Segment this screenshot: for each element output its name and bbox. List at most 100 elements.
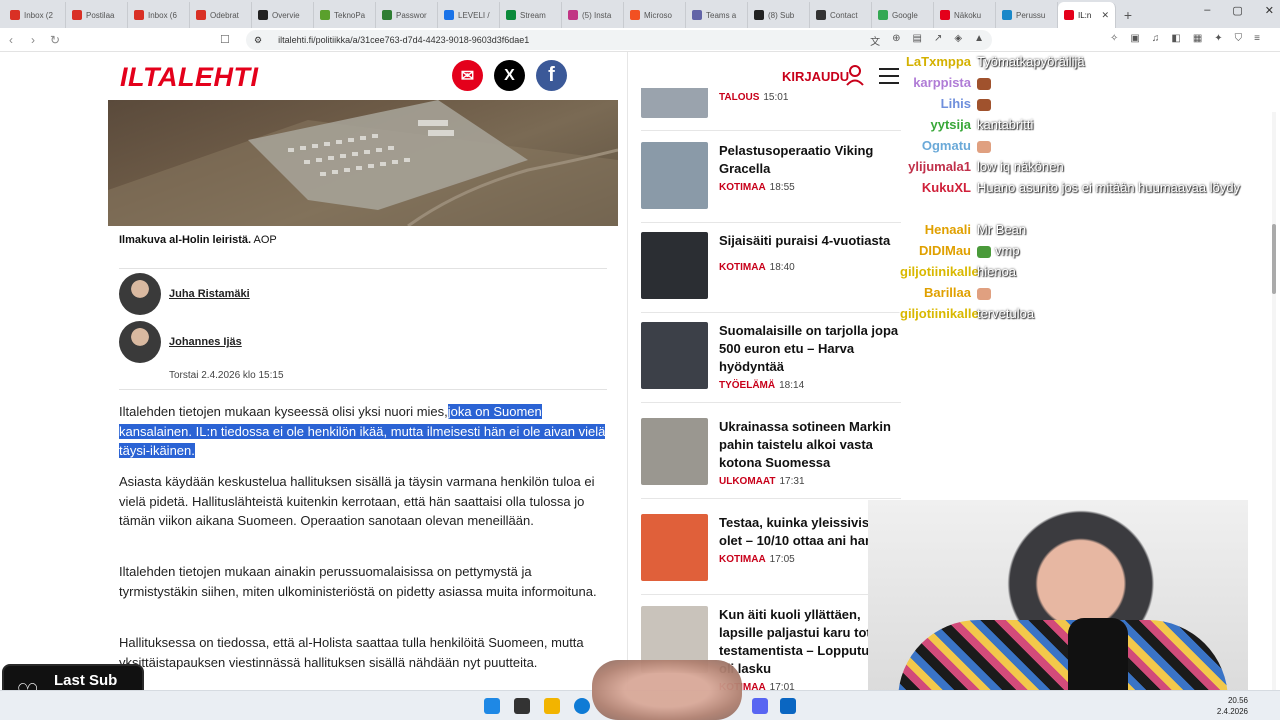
browser-tab[interactable]: Perussu [996,2,1058,28]
panel-icon[interactable]: ◧ [1171,33,1180,44]
browser-tab[interactable]: Google [872,2,934,28]
site-info-icon[interactable]: ⚙ [254,35,262,46]
tab-favicon-icon [10,10,20,20]
caption-source: AOP [253,234,277,246]
news-title[interactable]: Ukrainassa sotineen Markin pahin taistel… [719,418,901,472]
news-title[interactable]: Pelastusoperaatio Viking Gracella [719,142,901,178]
browser-tab[interactable]: Stream [500,2,562,28]
browser-tab[interactable]: IL:n ✕ [1058,2,1116,28]
iltalehti-logo[interactable]: ILTALEHTI [120,62,258,93]
user-icon[interactable] [845,64,865,86]
browser-tab[interactable]: Inbox (2 [4,2,66,28]
zoom-icon[interactable]: ⊕ [892,33,900,48]
maximize-button[interactable]: ▢ [1232,4,1242,17]
chat-text: Huano asunto jos ei mitään huumaavaa löy… [977,180,1241,195]
news-thumbnail[interactable] [641,418,708,485]
hamburger-menu-icon[interactable] [879,68,899,84]
translate-icon[interactable]: 文 [870,33,880,48]
minimize-button[interactable]: – [1204,4,1210,17]
task-view-icon[interactable] [514,698,530,714]
divider [641,222,901,223]
chat-username: Henaali [924,222,971,237]
scrollbar-thumb[interactable] [1272,224,1276,294]
tab-label: Odebrat [210,10,239,20]
browser-toolbar: ‹ › ↻ ☐ ⚙ iltalehti.fi/politiikka/a/31ce… [0,28,1280,52]
start-icon[interactable] [484,698,500,714]
tab-label: LEVELI / [458,10,490,20]
news-thumbnail[interactable] [641,232,708,299]
file-explorer-icon[interactable] [544,698,560,714]
news-section: ULKOMAAT [719,476,776,487]
brave-shield-icon[interactable]: ◈ [954,33,962,48]
login-link[interactable]: KIRJAUDU [782,69,849,84]
address-bar[interactable]: ☐ ⚙ iltalehti.fi/politiikka/a/31cee763-d… [220,30,992,50]
paragraph-text: Iltalehden tietojen mukaan kyseessä olis… [119,404,448,419]
news-thumbnail[interactable] [641,514,708,581]
browser-tab[interactable]: Näkoku [934,2,996,28]
vpn-icon[interactable]: ⛉ [1235,33,1243,44]
browser-tab[interactable]: Odebrat [190,2,252,28]
share-icon[interactable]: ↗ [934,33,942,48]
browser-tab[interactable]: Inbox (6 [128,2,190,28]
browser-tab[interactable]: Microso [624,2,686,28]
news-title[interactable]: Sijaisäiti puraisi 4-vuotiasta [719,232,901,250]
close-window-button[interactable]: ✕ [1265,4,1274,17]
close-tab-icon[interactable]: ✕ [1101,10,1109,21]
chat-text: kantabritti [977,117,1034,132]
webcam-overlay [868,500,1248,720]
browser-tab[interactable]: Teams a [686,2,748,28]
facebook-icon[interactable]: f [536,60,567,91]
news-time: 18:55 [769,182,795,193]
back-button[interactable]: ‹ [0,33,22,47]
browser-tab[interactable]: Postilaa [66,2,128,28]
tab-favicon-icon [320,10,330,20]
bookmark-icon[interactable]: ☐ [220,33,230,46]
sidebar-icon[interactable]: ▣ [1130,33,1139,44]
browser-tab[interactable]: (8) Sub [748,2,810,28]
news-thumbnail[interactable] [641,142,708,209]
chat-message: ylijumala1 low iq näkönen [900,157,1255,177]
tab-favicon-icon [692,10,702,20]
chat-emote-icon [977,287,991,300]
forward-button[interactable]: › [22,33,44,47]
browser-tab[interactable]: Contact [810,2,872,28]
mail-icon[interactable]: ✉ [452,60,483,91]
news-thumbnail[interactable] [641,322,708,389]
news-title[interactable]: Suomalaisille on tarjolla jopa 500 euron… [719,322,901,376]
tab-label: Microso [644,10,673,20]
music-icon[interactable]: ♫ [1152,33,1160,44]
news-time: 17:05 [769,554,795,565]
browser-tab[interactable]: (5) Insta [562,2,624,28]
author-link[interactable]: Juha Ristamäki [169,288,250,300]
page-scrollbar[interactable] [1272,112,1276,692]
browser-tab[interactable]: TeknoPa [314,2,376,28]
discord-icon[interactable] [752,698,768,714]
extensions-icon[interactable]: ✧ [1110,33,1118,44]
tab-label: (5) Insta [582,10,612,20]
tab-label: Contact [830,10,858,20]
window-controls: – ▢ ✕ [1204,4,1274,17]
article-paragraph: Hallituksessa on tiedossa, että al-Holis… [119,635,584,670]
browser-tab[interactable]: LEVELI / [438,2,500,28]
leo-icon[interactable]: ✦ [1214,33,1222,44]
tab-favicon-icon [568,10,578,20]
edge-icon[interactable] [574,698,590,714]
x-icon[interactable]: X [494,60,525,91]
chat-username: giljotiinikalle [900,306,979,321]
reader-icon[interactable]: ▤ [913,33,922,48]
vscode-icon[interactable] [780,698,796,714]
author-link[interactable]: Johannes Ijäs [169,336,242,348]
browser-tab[interactable]: Overvie [252,2,314,28]
new-tab-button[interactable]: + [1116,2,1140,28]
system-clock[interactable]: 20.56 2.4.2026 [1217,695,1248,717]
tab-label: (8) Sub [768,10,795,20]
tab-label: Teams a [706,10,737,20]
extension-icons: ✧ ▣ ♫ ◧ ▦ ✦ ⛉ ≡ [1110,33,1260,44]
menu-icon[interactable]: ≡ [1254,33,1260,44]
chat-message: Barillaa [900,283,1255,303]
browser-tab[interactable]: Passwor [376,2,438,28]
wallet-icon[interactable]: ▦ [1193,33,1202,44]
rewards-icon[interactable]: ▲ [974,33,984,48]
chat-text: vmp [977,241,1255,261]
reload-icon[interactable]: ↻ [44,33,66,47]
